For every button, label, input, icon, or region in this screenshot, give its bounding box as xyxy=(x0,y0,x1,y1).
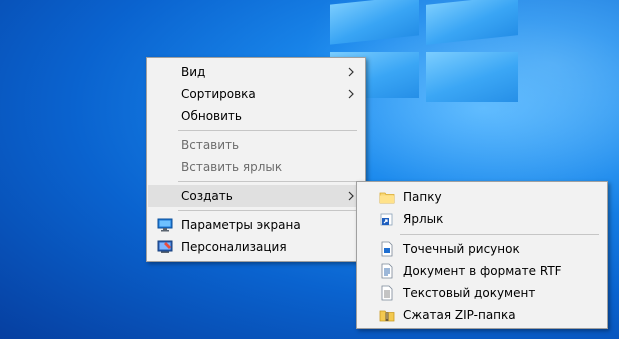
menu-item-paste-shortcut: Вставить ярлык xyxy=(148,156,364,178)
submenu-item-folder[interactable]: Папку xyxy=(358,186,606,208)
chevron-right-icon xyxy=(348,67,354,77)
menu-item-label: Персонализация xyxy=(181,240,287,254)
menu-item-refresh[interactable]: Обновить xyxy=(148,105,364,127)
submenu-item-shortcut[interactable]: Ярлык xyxy=(358,208,606,230)
menu-item-label: Сортировка xyxy=(181,87,256,101)
desktop-context-menu: Вид Сортировка Обновить Вставить Вставит… xyxy=(146,57,366,262)
menu-separator xyxy=(400,234,599,235)
submenu-item-label: Ярлык xyxy=(403,212,444,226)
menu-item-display-settings[interactable]: Параметры экрана xyxy=(148,214,364,236)
menu-item-label: Вид xyxy=(181,65,206,79)
personalization-icon xyxy=(157,240,173,253)
submenu-item-bitmap[interactable]: Точечный рисунок xyxy=(358,238,606,260)
rtf-document-icon xyxy=(381,263,393,279)
menu-item-view[interactable]: Вид xyxy=(148,61,364,83)
create-submenu: Папку Ярлык Точечный рисунок Документ в … xyxy=(356,181,608,329)
submenu-item-label: Сжатая ZIP-папка xyxy=(403,308,516,322)
menu-item-label: Создать xyxy=(181,189,233,203)
submenu-item-label: Папку xyxy=(403,190,442,204)
chevron-right-icon xyxy=(348,89,354,99)
display-settings-icon xyxy=(157,218,173,232)
folder-icon xyxy=(379,192,395,204)
menu-item-label: Параметры экрана xyxy=(181,218,301,232)
submenu-item-text-document[interactable]: Текстовый документ xyxy=(358,282,606,304)
menu-item-personalization[interactable]: Персонализация xyxy=(148,236,364,258)
submenu-item-label: Текстовый документ xyxy=(403,286,536,300)
zip-folder-icon xyxy=(379,310,395,322)
menu-item-label: Вставить xyxy=(181,138,240,152)
menu-separator xyxy=(178,130,357,131)
menu-separator xyxy=(178,181,357,182)
menu-item-paste: Вставить xyxy=(148,134,364,156)
text-document-icon xyxy=(381,285,393,301)
chevron-right-icon xyxy=(348,191,354,201)
submenu-item-rtf-document[interactable]: Документ в формате RTF xyxy=(358,260,606,282)
menu-separator xyxy=(178,210,357,211)
submenu-item-label: Точечный рисунок xyxy=(403,242,520,256)
menu-item-label: Обновить xyxy=(181,109,242,123)
menu-item-label: Вставить ярлык xyxy=(181,160,283,174)
bitmap-image-icon xyxy=(381,241,393,257)
submenu-item-zip-folder[interactable]: Сжатая ZIP-папка xyxy=(358,304,606,326)
submenu-item-label: Документ в формате RTF xyxy=(403,264,562,278)
menu-item-new[interactable]: Создать xyxy=(148,185,364,207)
menu-item-sort[interactable]: Сортировка xyxy=(148,83,364,105)
shortcut-icon xyxy=(380,213,393,226)
